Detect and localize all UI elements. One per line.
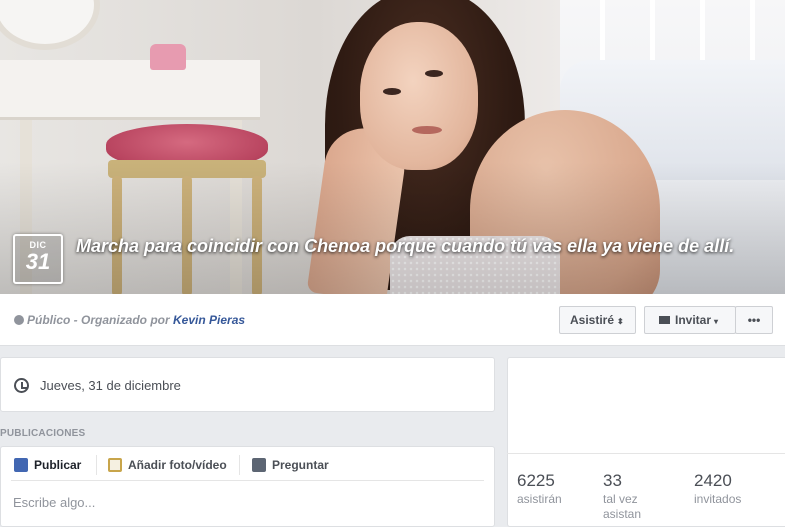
- invite-label: Invitar: [675, 313, 712, 327]
- tab-photo-label: Añadir foto/vídeo: [128, 458, 227, 472]
- post-composer: Publicar Añadir foto/vídeo Preguntar Esc…: [0, 446, 495, 527]
- tab-publish-label: Publicar: [34, 458, 82, 472]
- tab-ask-label: Preguntar: [272, 458, 329, 472]
- invite-button[interactable]: Invitar ▾: [644, 306, 736, 334]
- clock-icon: [14, 378, 29, 393]
- stat-invited-label: invitados: [694, 492, 742, 506]
- chevron-down-icon: ▾: [714, 317, 719, 326]
- attend-button[interactable]: Asistiré ⬍: [559, 306, 636, 334]
- organizer-link[interactable]: Kevin Pieras: [173, 313, 245, 327]
- cover-photo[interactable]: DIC 31 Marcha para coincidir con Chenoa …: [0, 0, 785, 294]
- composer-input[interactable]: Escribe algo...: [13, 495, 95, 510]
- posts-section-label: PUBLICACIONES: [0, 428, 86, 439]
- photo-icon: [108, 458, 122, 472]
- tab-add-photo-video[interactable]: Añadir foto/vídeo: [108, 457, 227, 473]
- event-date-card: Jueves, 31 de diciembre: [0, 357, 495, 412]
- guests-card-divider: [507, 453, 785, 454]
- stat-invited[interactable]: 2420 invitados: [694, 470, 741, 507]
- pencil-icon: [14, 458, 28, 472]
- event-date-badge: DIC 31: [13, 234, 63, 284]
- stat-maybe-label: tal vez: [603, 492, 638, 506]
- more-options-button[interactable]: •••: [735, 306, 773, 334]
- event-info-bar: Público - Organizado por Kevin Pieras As…: [0, 294, 785, 346]
- stat-maybe-label: asistan: [603, 507, 642, 521]
- tab-separator: [239, 455, 240, 475]
- attend-caret-icon: ⬍: [617, 317, 624, 326]
- event-title: Marcha para coincidir con Chenoa porque …: [76, 236, 735, 256]
- stat-going[interactable]: 6225 asistirán: [517, 470, 562, 507]
- more-options-icon: •••: [747, 313, 761, 327]
- stat-going-count: 6225: [517, 471, 555, 490]
- envelope-icon: [659, 316, 670, 324]
- attend-label: Asistiré: [570, 313, 615, 327]
- tab-separator: [96, 455, 97, 475]
- tab-ask-question[interactable]: Preguntar: [252, 457, 329, 473]
- tab-publish[interactable]: Publicar: [14, 457, 81, 473]
- event-privacy-line: Público - Organizado por Kevin Pieras: [14, 313, 245, 327]
- organized-by-label: - Organizado por: [70, 313, 174, 327]
- stat-maybe[interactable]: 33 tal vez asistan: [603, 470, 641, 522]
- composer-divider: [11, 480, 484, 481]
- privacy-label: Público: [27, 313, 71, 327]
- stat-maybe-count: 33: [603, 471, 622, 490]
- question-list-icon: [252, 458, 266, 472]
- stat-invited-count: 2420: [694, 471, 732, 490]
- event-date-text: Jueves, 31 de diciembre: [40, 378, 181, 393]
- event-date-day: 31: [25, 249, 51, 274]
- stat-going-label: asistirán: [517, 492, 562, 506]
- globe-icon: [14, 315, 24, 325]
